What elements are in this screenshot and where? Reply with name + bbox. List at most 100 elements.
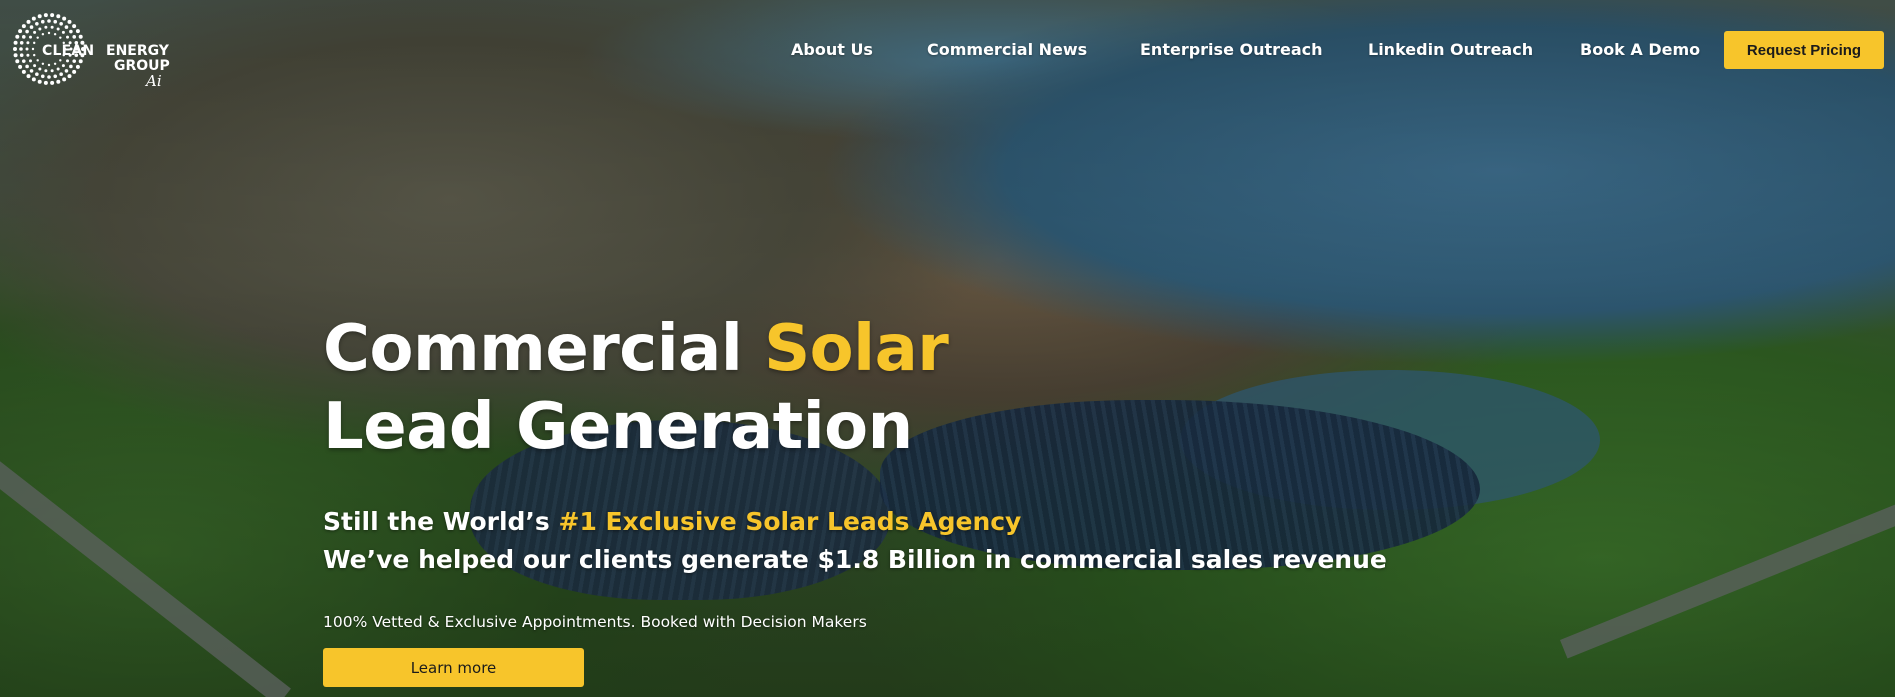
logo-dot (25, 64, 29, 69)
logo-dot (26, 74, 31, 79)
logo-dot (21, 35, 26, 39)
logo-dot (31, 77, 36, 82)
logo-dot (56, 27, 60, 31)
nav-enterprise-outreach[interactable]: Enterprise Outreach (1140, 40, 1323, 59)
logo-dot (26, 19, 31, 24)
logo-dot (50, 69, 54, 73)
logo-dot (53, 74, 58, 79)
learn-more-button[interactable]: Learn more (323, 648, 584, 687)
logo-dot (35, 21, 39, 26)
logo-dot (47, 31, 51, 35)
brand-word-energy: ENERGY (106, 43, 169, 59)
logo-dot (66, 35, 70, 39)
logo-dot (21, 69, 26, 74)
logo-dot (21, 59, 26, 63)
logo-dot (59, 21, 63, 26)
logo-dot (56, 67, 60, 71)
logo-dot (18, 64, 23, 69)
logo-dot (43, 13, 48, 18)
logo-dot (19, 40, 24, 45)
logo-dot (66, 59, 70, 63)
nav-book-a-demo[interactable]: Book A Demo (1580, 40, 1700, 59)
logo-dot (13, 47, 17, 51)
logo-dot (47, 63, 51, 67)
logo-dot (56, 79, 61, 84)
logo-dot (78, 34, 83, 39)
logo-dot (43, 80, 48, 85)
logo-dot (37, 79, 42, 84)
logo-dot (31, 16, 36, 21)
logo-dot (33, 30, 37, 34)
logo-dot (28, 59, 32, 63)
hero-title: Commercial Solar Lead Generation (323, 310, 1423, 466)
nav-linkedin-outreach[interactable]: Linkedin Outreach (1368, 40, 1533, 59)
logo-dot (36, 36, 39, 39)
logo-dot (37, 14, 42, 19)
logo-dot (59, 72, 63, 77)
logo-dot (18, 29, 23, 34)
logo-dot (47, 75, 51, 79)
logo-dot (15, 34, 20, 39)
site-header: CLEAN ENERGY GROUP Ai About Us Commercia… (0, 0, 1895, 100)
hero-subtitle-prefix: Still the World’s (323, 507, 559, 536)
brand-word-ai: Ai (146, 72, 162, 90)
logo-dot (26, 53, 30, 57)
brand-logo[interactable]: CLEAN ENERGY GROUP Ai (12, 12, 177, 90)
logo-dot (47, 19, 51, 23)
nav-commercial-news[interactable]: Commercial News (927, 40, 1087, 59)
hero-section: Commercial Solar Lead Generation Still t… (323, 310, 1423, 687)
logo-dot (78, 59, 83, 64)
logo-dot (33, 53, 36, 57)
road-decoration (1560, 490, 1895, 659)
logo-dot (40, 19, 45, 24)
logo-dot (41, 33, 45, 36)
logo-dot (72, 24, 77, 29)
logo-dot (62, 77, 67, 82)
logo-dot (50, 13, 55, 18)
logo-dot (64, 25, 69, 29)
logo-dot (75, 29, 80, 34)
logo-dot (59, 36, 62, 39)
logo-dot (35, 72, 39, 77)
logo-dot (28, 35, 32, 39)
hero-subtitle: Still the World’s #1 Exclusive Solar Lea… (323, 506, 1423, 538)
logo-dot (33, 41, 36, 45)
logo-dot (69, 29, 73, 34)
request-pricing-button[interactable]: Request Pricing (1724, 31, 1884, 69)
logo-dot (59, 59, 62, 62)
logo-dot (29, 25, 34, 29)
hero-revenue-statement: We’ve helped our clients generate $1.8 B… (323, 545, 1387, 574)
hero-note: 100% Vetted & Exclusive Appointments. Bo… (323, 613, 867, 631)
logo-dot (69, 64, 73, 69)
logo-dot (26, 41, 30, 45)
hero-title-part1: Commercial (323, 312, 765, 386)
road-decoration (0, 430, 291, 697)
logo-dot (64, 69, 69, 73)
logo-dot (44, 25, 48, 29)
logo-dot (72, 59, 77, 63)
logo-dot (53, 19, 58, 24)
hero-subtitle-accent: #1 Exclusive Solar Leads Agency (558, 507, 1022, 536)
logo-dot (62, 16, 67, 21)
logo-dot (13, 53, 18, 58)
logo-dot (38, 27, 42, 31)
logo-dot (72, 35, 77, 39)
hero-title-accent: Solar (764, 312, 949, 386)
logo-dot (56, 14, 61, 19)
logo-dot (15, 59, 20, 64)
logo-dot (61, 30, 65, 34)
logo-dot (19, 53, 24, 58)
nav-about-us[interactable]: About Us (791, 40, 873, 59)
logo-dot (38, 67, 42, 71)
logo-dot (21, 24, 26, 29)
logo-dot (67, 74, 72, 79)
logo-dot (33, 64, 37, 68)
logo-dot (36, 59, 39, 62)
hero-title-line2: Lead Generation (323, 390, 913, 464)
logo-dot (61, 64, 65, 68)
logo-dot (40, 74, 45, 79)
logo-dot (31, 47, 35, 51)
logo-dot (50, 25, 54, 29)
brand-word-clean: CLEAN (42, 43, 95, 59)
logo-dot (50, 80, 55, 85)
